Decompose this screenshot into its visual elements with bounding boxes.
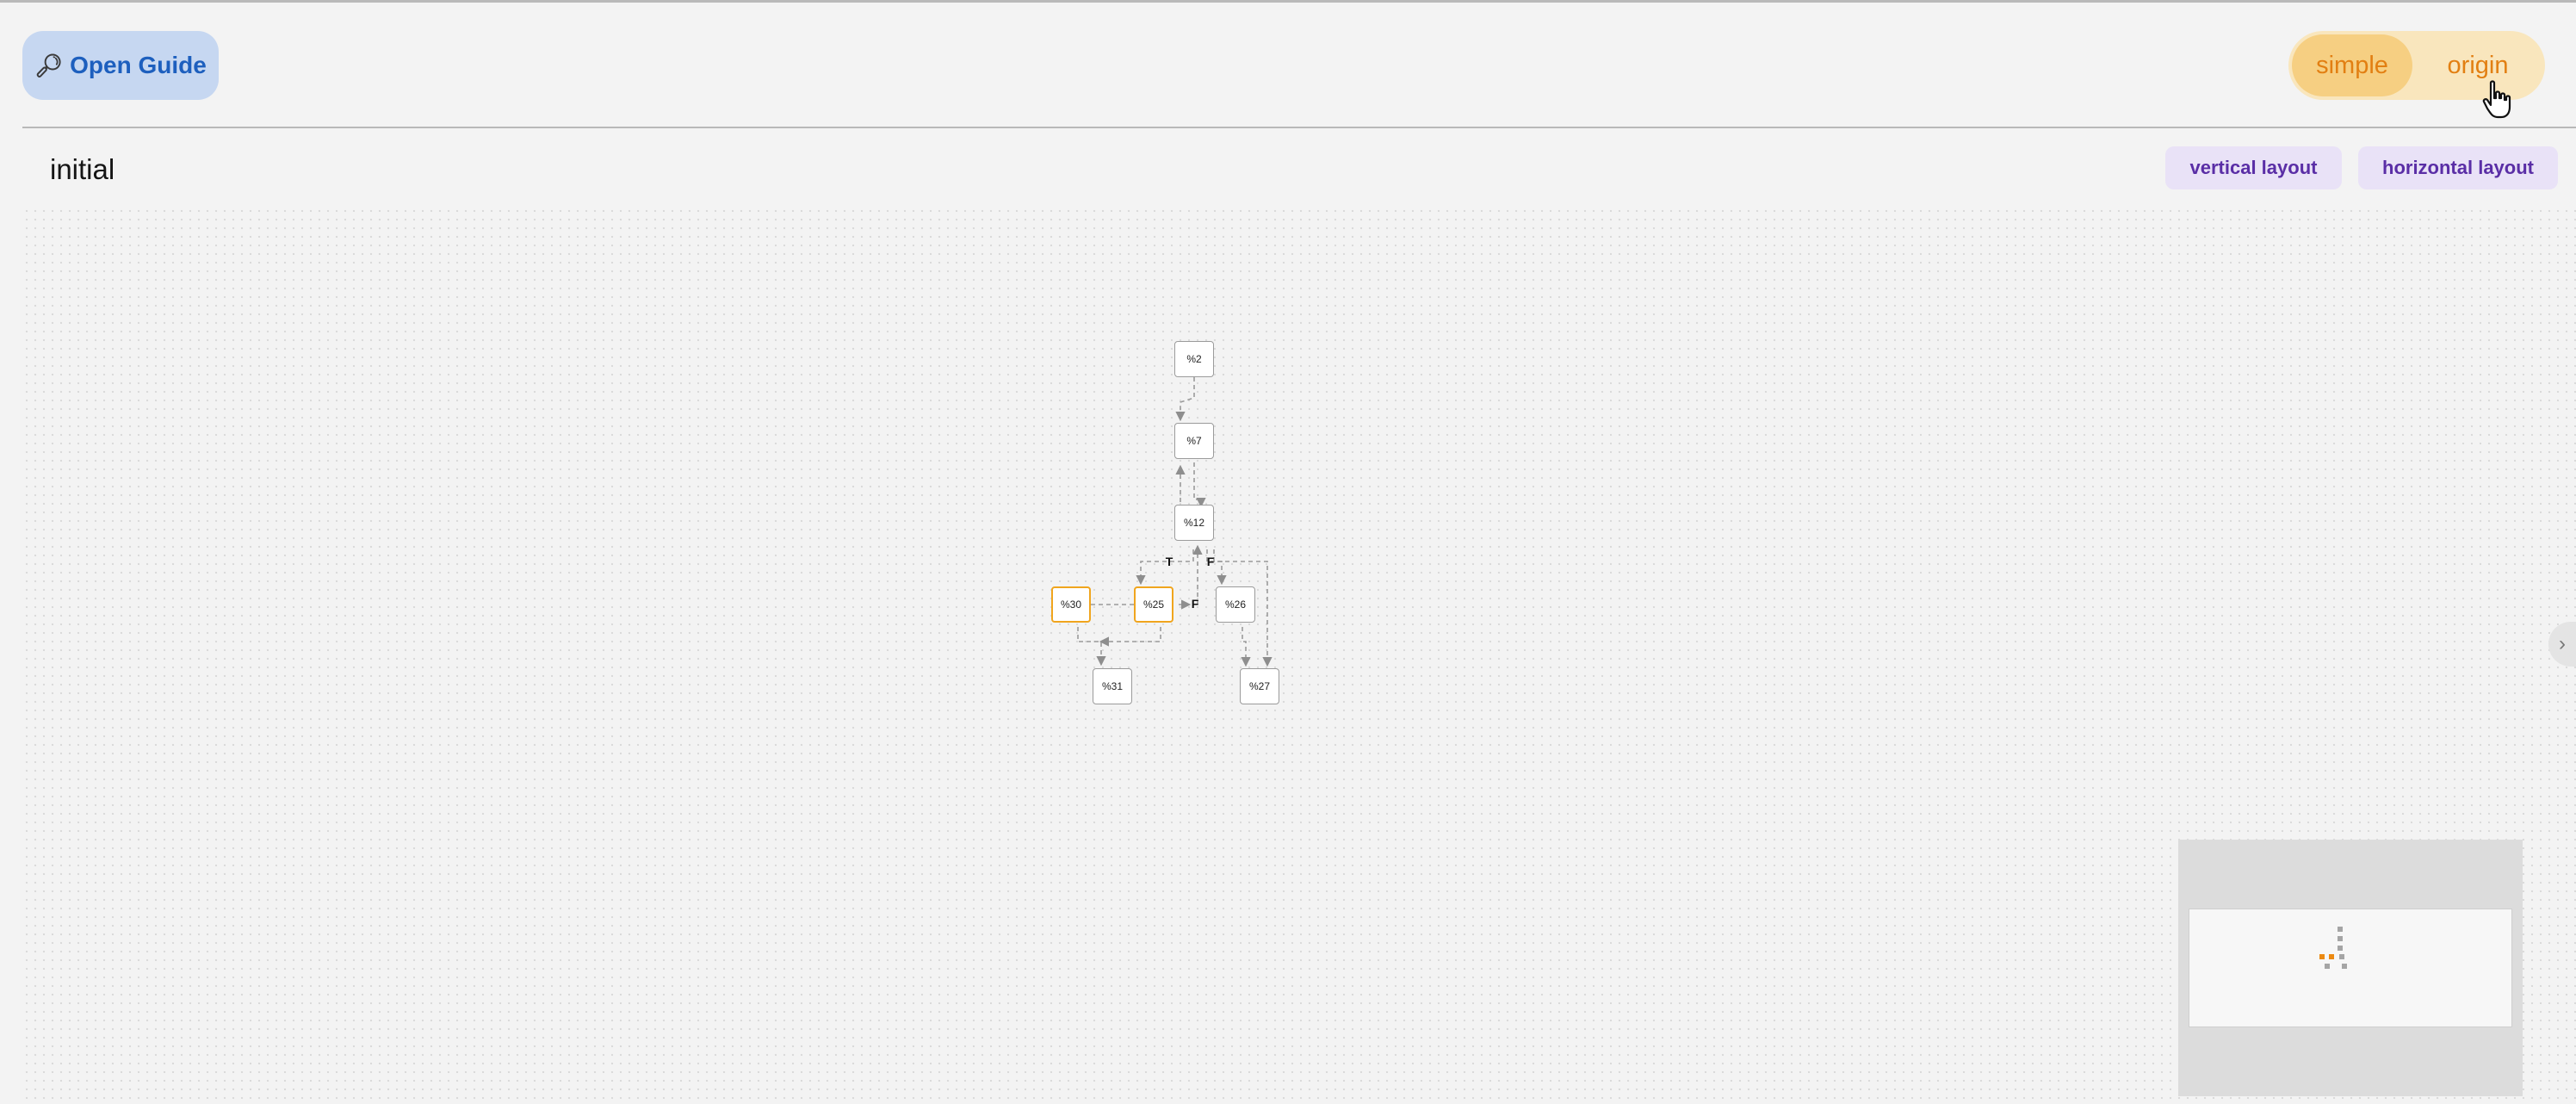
mode-origin-option[interactable]: origin [2418,34,2538,96]
graph-node-highlighted[interactable]: %30 [1051,586,1091,623]
edge-7-12 [1193,462,1206,508]
edge-25-31 [1099,627,1161,647]
edge-label: T [1165,555,1173,568]
edge-label: F [1206,555,1215,568]
graph-node[interactable]: %31 [1093,668,1132,704]
section-title: initial [50,153,115,185]
minimap-node [2338,936,2343,941]
open-guide-label: Open Guide [70,52,207,78]
edge-label: F [1191,597,1199,611]
minimap[interactable] [2178,840,2523,1096]
chevron-right-icon: › [2559,632,2566,655]
minimap-node [2339,954,2344,959]
minimap-node [2338,927,2343,932]
open-guide-button[interactable]: 🔎︎ Open Guide [22,31,219,100]
window-top-border [0,0,2576,3]
minimap-node [2325,964,2330,969]
edge-30-31 [1077,627,1106,667]
vertical-layout-button[interactable]: vertical layout [2165,146,2342,189]
graph-node[interactable]: %7 [1174,423,1214,459]
mode-simple-option[interactable]: simple [2292,34,2412,96]
edge-26-27 [1241,627,1251,667]
minimap-node [2329,954,2334,959]
graph-node[interactable]: %27 [1240,668,1279,704]
magnifier-icon: 🔎︎ [34,52,64,78]
graph-node[interactable]: %2 [1174,341,1214,377]
pointer-hand-icon [2482,80,2511,119]
app-root: 🔎︎ Open Guide simple origin initial vert… [0,0,2576,1104]
header-divider [22,127,2576,128]
graph-node[interactable]: %12 [1174,505,1214,541]
edge-2-7 [1175,377,1195,422]
graph-node-highlighted[interactable]: %25 [1134,586,1173,623]
minimap-node [2338,946,2343,951]
minimap-node [2342,964,2347,969]
minimap-viewport[interactable] [2189,909,2512,1027]
graph-node[interactable]: %26 [1216,586,1255,623]
minimap-node [2319,954,2325,959]
horizontal-layout-button[interactable]: horizontal layout [2358,146,2558,189]
